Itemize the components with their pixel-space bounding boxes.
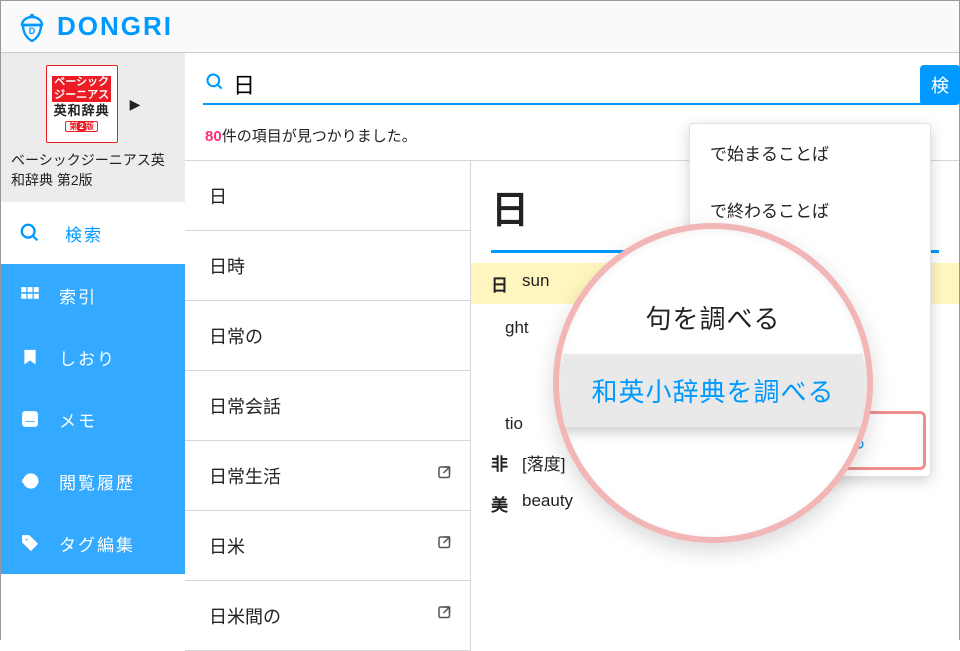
list-item[interactable]: 日時 bbox=[185, 231, 470, 301]
search-icon bbox=[205, 72, 225, 97]
chevron-right-icon[interactable]: ▶ bbox=[130, 96, 141, 113]
list-item[interactable]: 日常の bbox=[185, 301, 470, 371]
search-box: × bbox=[203, 67, 943, 105]
search-input[interactable] bbox=[233, 71, 921, 97]
list-item[interactable]: 日 bbox=[185, 161, 470, 231]
grid-icon bbox=[19, 285, 41, 305]
external-link-icon bbox=[436, 534, 454, 557]
sidebar-item-tags[interactable]: タグ編集 bbox=[1, 512, 185, 574]
sidebar-item-bookmark[interactable]: しおり bbox=[1, 326, 185, 388]
main-area: × 検 80件の項目が見つかりました。 日 日時 日常の 日常会話 日常生活 bbox=[185, 53, 959, 641]
magnifier-callout: 句を調べる 和英小辞典を調べる bbox=[553, 223, 873, 543]
results-list: 日 日時 日常の 日常会話 日常生活 日米 日米間の bbox=[185, 161, 471, 651]
search-button[interactable]: 検 bbox=[920, 65, 960, 105]
sidebar-item-index[interactable]: 索引 bbox=[1, 264, 185, 326]
list-item[interactable]: 日米間の bbox=[185, 581, 470, 651]
history-icon bbox=[19, 471, 41, 491]
note-icon bbox=[19, 409, 41, 429]
list-item[interactable]: 日常会話 bbox=[185, 371, 470, 441]
search-icon bbox=[19, 222, 41, 244]
dictionary-cover: ベーシック ジーニアス 英和辞典 第2版 bbox=[46, 65, 118, 143]
brand-text: DONGRI bbox=[57, 11, 173, 42]
external-link-icon bbox=[436, 464, 454, 487]
sidebar-item-history[interactable]: 閲覧履歴 bbox=[1, 450, 185, 512]
list-item[interactable]: 日米 bbox=[185, 511, 470, 581]
acorn-logo-icon: D bbox=[17, 12, 47, 42]
list-item[interactable]: 日常生活 bbox=[185, 441, 470, 511]
sidebar-item-memo[interactable]: メモ bbox=[1, 388, 185, 450]
external-link-icon bbox=[436, 604, 454, 627]
magnifier-highlight: 和英小辞典を調べる bbox=[563, 354, 862, 427]
entry-headword: 日 bbox=[491, 179, 529, 234]
sidebar-item-search[interactable]: 検索 bbox=[1, 202, 185, 264]
current-dictionary[interactable]: ベーシック ジーニアス 英和辞典 第2版 ▶ ベーシックジーニアス英和辞典 第2… bbox=[1, 53, 185, 202]
search-row: × 検 bbox=[185, 53, 959, 111]
sidebar: ベーシック ジーニアス 英和辞典 第2版 ▶ ベーシックジーニアス英和辞典 第2… bbox=[1, 53, 185, 641]
dropdown-item-startswith[interactable]: で始まることば bbox=[690, 124, 930, 181]
magnifier-top-line: 句を調べる bbox=[645, 299, 780, 336]
svg-text:D: D bbox=[29, 26, 36, 36]
app-header: D DONGRI bbox=[1, 1, 959, 53]
sidebar-nav: 検索 索引 しおり メモ bbox=[1, 202, 185, 574]
bookmark-icon bbox=[19, 347, 41, 367]
tag-icon bbox=[19, 533, 41, 553]
dictionary-name: ベーシックジーニアス英和辞典 第2版 bbox=[11, 151, 175, 190]
